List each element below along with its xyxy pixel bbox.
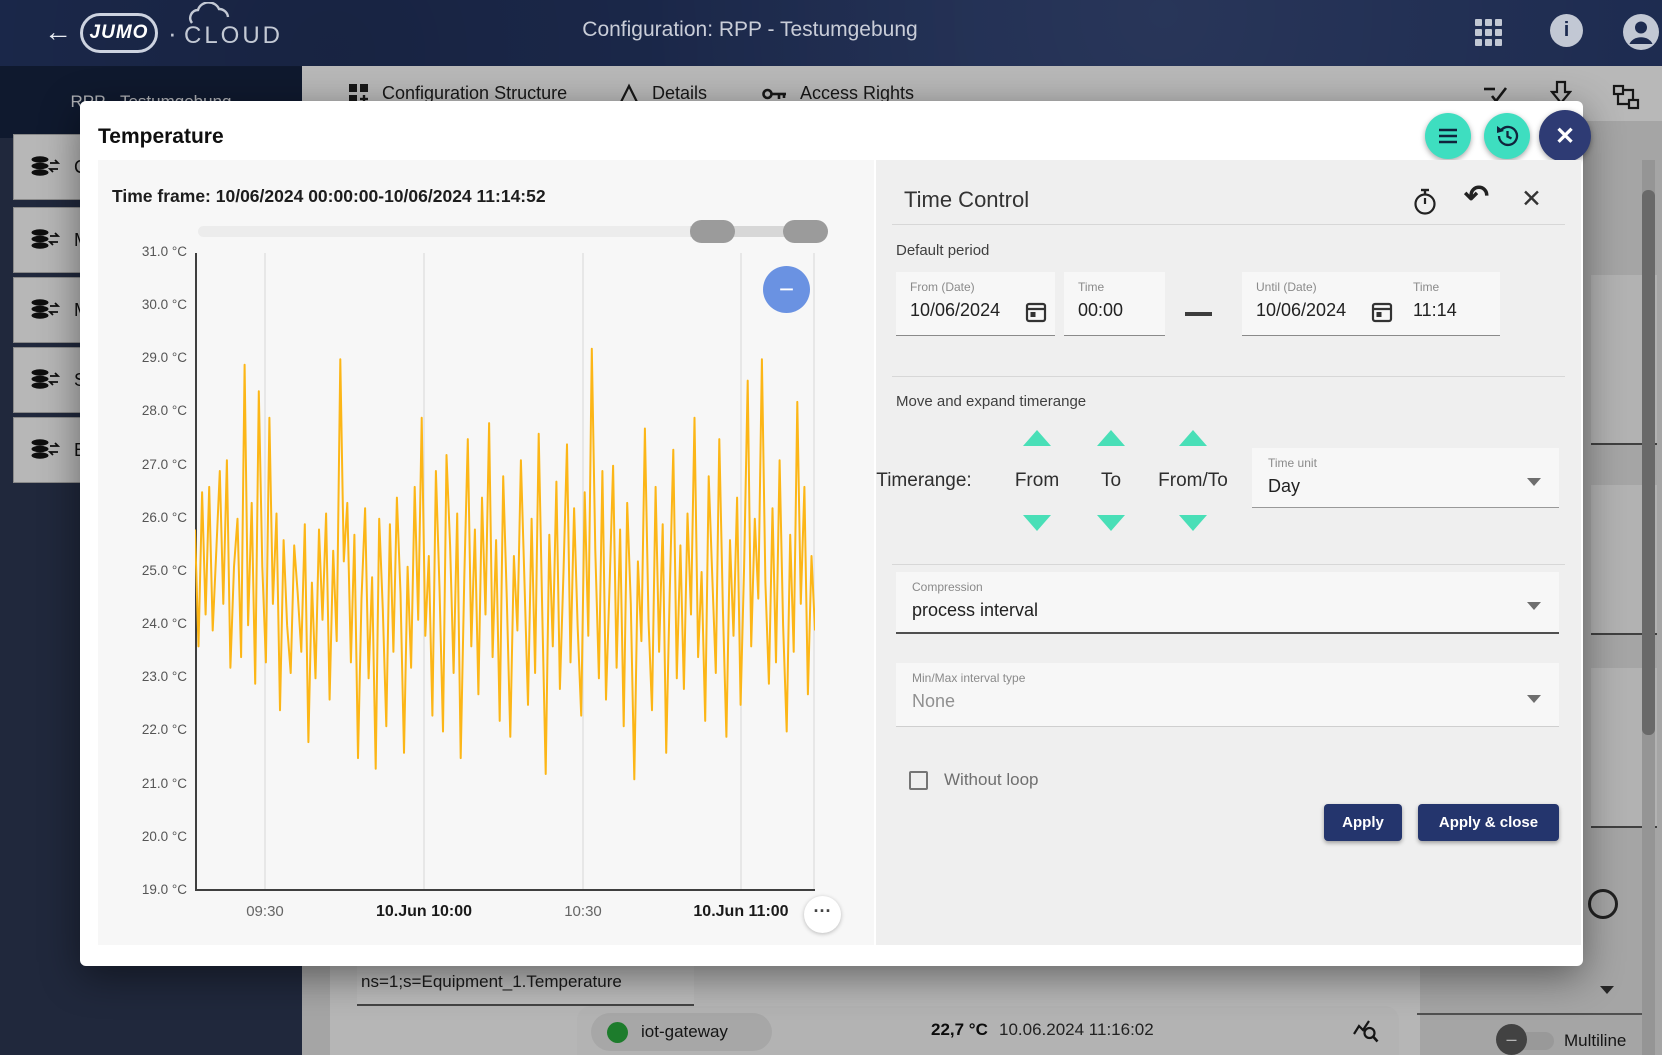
time-frame-label: Time frame: 10/06/2024 00:00:00-10/06/20… xyxy=(112,186,546,207)
brand-cloud-text: CLOUD xyxy=(184,22,283,50)
account-icon xyxy=(1622,13,1660,51)
minus-icon: − xyxy=(779,274,794,305)
default-period-label: Default period xyxy=(896,242,989,259)
history-clock-icon xyxy=(1494,123,1520,149)
until-time-field[interactable]: Time 11:14 xyxy=(1399,272,1500,336)
info-button[interactable]: i xyxy=(1550,14,1583,47)
from-time-field[interactable]: Time 00:00 xyxy=(1064,272,1165,336)
page-title: Configuration: RPP - Testumgebung xyxy=(400,18,1100,42)
zoom-out-button[interactable]: − xyxy=(763,266,810,313)
timerange-to-down-button[interactable] xyxy=(1097,515,1125,531)
divider xyxy=(892,224,1565,225)
temperature-chart-svg xyxy=(195,253,815,891)
chart-panel: Time frame: 10/06/2024 00:00:00-10/06/20… xyxy=(98,160,874,945)
x-axis-tick: 10:30 xyxy=(518,903,648,920)
close-dialog-button[interactable]: ✕ xyxy=(1539,110,1591,162)
ellipsis-icon: ... xyxy=(813,896,831,917)
divider xyxy=(892,376,1565,377)
calendar-icon[interactable] xyxy=(1025,300,1047,329)
x-axis-tick: 09:30 xyxy=(200,903,330,920)
y-axis-tick: 25.0 °C xyxy=(98,563,187,578)
timer-button[interactable] xyxy=(1412,188,1438,221)
chart-menu-button[interactable]: ... xyxy=(804,896,841,933)
timerange-from-down-button[interactable] xyxy=(1023,515,1051,531)
chevron-down-icon xyxy=(1527,602,1541,610)
list-icon xyxy=(1437,127,1459,145)
y-axis-tick: 19.0 °C xyxy=(98,882,187,897)
apps-grid-button[interactable] xyxy=(1474,18,1504,53)
slider-handle-right[interactable] xyxy=(783,220,828,243)
time-range-slider[interactable] xyxy=(198,218,833,244)
x-axis-tick: 10.Jun 10:00 xyxy=(359,903,489,921)
divider xyxy=(892,564,1565,565)
top-app-bar: ← JUMO · CLOUD Configuration: RPP - Test… xyxy=(0,0,1662,66)
undo-icon: ↶ xyxy=(1464,180,1489,213)
timerange-fromto-down-button[interactable] xyxy=(1179,515,1207,531)
timerange-label: Timerange: xyxy=(864,470,984,492)
back-button[interactable]: ← xyxy=(44,14,72,50)
calendar-icon[interactable] xyxy=(1371,300,1393,329)
dialog-title: Temperature xyxy=(98,125,224,149)
minmax-interval-select[interactable]: Min/Max interval type None xyxy=(896,663,1559,727)
until-date-field[interactable]: Until (Date) 10/06/2024 xyxy=(1242,272,1401,336)
move-expand-label: Move and expand timerange xyxy=(896,393,1086,410)
without-loop-label: Without loop xyxy=(944,770,1039,790)
timerange-fromto-label: From/To xyxy=(1143,470,1243,492)
y-axis-tick: 27.0 °C xyxy=(98,457,187,472)
info-icon: i xyxy=(1564,19,1570,42)
close-icon: ✕ xyxy=(1555,122,1575,151)
y-axis-tick: 22.0 °C xyxy=(98,722,187,737)
from-date-field[interactable]: From (Date) 10/06/2024 xyxy=(896,272,1055,336)
time-control-title: Time Control xyxy=(904,187,1029,213)
apply-button[interactable]: Apply xyxy=(1324,804,1402,841)
screen: Configuration Structure Details Access R… xyxy=(0,0,1662,1055)
slider-handle-left[interactable] xyxy=(690,220,735,243)
y-axis-tick: 28.0 °C xyxy=(98,403,187,418)
without-loop-checkbox[interactable] xyxy=(909,771,928,790)
temperature-line xyxy=(195,349,815,780)
time-unit-select[interactable]: Time unit Day xyxy=(1252,448,1559,508)
history-button[interactable] xyxy=(1484,113,1530,159)
undo-button[interactable]: ↶ xyxy=(1464,182,1489,212)
range-dash xyxy=(1185,312,1212,316)
stopwatch-icon xyxy=(1412,188,1438,216)
chevron-down-icon xyxy=(1527,478,1541,486)
y-axis-tick: 29.0 °C xyxy=(98,350,187,365)
apps-grid-icon xyxy=(1474,18,1504,48)
cloud-icon xyxy=(186,2,276,24)
x-axis-tick: 10.Jun 11:00 xyxy=(676,903,806,921)
compression-select[interactable]: Compression process interval xyxy=(896,572,1559,634)
list-view-button[interactable] xyxy=(1425,113,1471,159)
y-axis-tick: 26.0 °C xyxy=(98,510,187,525)
y-axis-tick: 30.0 °C xyxy=(98,297,187,312)
account-button[interactable] xyxy=(1622,13,1660,56)
time-control-close-button[interactable]: ✕ xyxy=(1521,184,1542,214)
close-icon: ✕ xyxy=(1521,185,1542,213)
jumo-logo: JUMO xyxy=(80,13,158,53)
timerange-to-up-button[interactable] xyxy=(1097,430,1125,446)
y-axis-tick: 31.0 °C xyxy=(98,244,187,259)
brand-separator: · xyxy=(168,18,177,49)
time-control-panel: Time Control ↶ ✕ Default period From (Da… xyxy=(876,160,1581,945)
timerange-from-up-button[interactable] xyxy=(1023,430,1051,446)
chevron-down-icon xyxy=(1527,695,1541,703)
timerange-fromto-up-button[interactable] xyxy=(1179,430,1207,446)
y-axis-tick: 21.0 °C xyxy=(98,776,187,791)
y-axis-tick: 23.0 °C xyxy=(98,669,187,684)
temperature-dialog: Temperature ✕ Time frame: 10/06/2024 00:… xyxy=(80,101,1583,966)
apply-and-close-button[interactable]: Apply & close xyxy=(1418,804,1559,841)
y-axis-tick: 20.0 °C xyxy=(98,829,187,844)
y-axis-tick: 24.0 °C xyxy=(98,616,187,631)
